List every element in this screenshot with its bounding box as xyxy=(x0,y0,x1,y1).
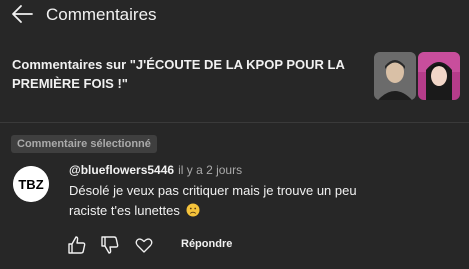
reply-button[interactable]: Répondre xyxy=(181,238,232,250)
like-button[interactable] xyxy=(66,234,88,256)
back-button[interactable] xyxy=(10,3,36,25)
page-title: Commentaires xyxy=(46,5,157,24)
comment-text: Désolé je veux pas critiquer mais je tro… xyxy=(69,183,357,218)
avatar[interactable]: TBZ xyxy=(13,166,49,202)
slightly-frowning-face-icon xyxy=(186,203,199,217)
video-thumbnail-left xyxy=(374,52,416,100)
video-context[interactable]: Commentaires sur "J'ÉCOUTE DE LA KPOP PO… xyxy=(0,44,469,108)
comment-header: @blueflowers5446 il y a 2 jours xyxy=(69,163,242,177)
comment-item: TBZ @blueflowers5446 il y a 2 jours Désol… xyxy=(0,158,469,268)
selected-comment-badge: Commentaire sélectionné xyxy=(11,135,157,153)
dislike-button[interactable] xyxy=(99,234,121,256)
comment-time[interactable]: il y a 2 jours xyxy=(178,163,242,177)
avatar-logo-icon: TBZ xyxy=(13,166,49,202)
video-thumbnail-right xyxy=(418,52,460,100)
arrow-left-icon xyxy=(12,5,33,23)
header-bar: Commentaires xyxy=(0,0,469,30)
svg-text:TBZ: TBZ xyxy=(18,177,43,192)
comment-body: Désolé je veux pas critiquer mais je tro… xyxy=(69,181,369,221)
thumbs-down-icon xyxy=(101,236,119,254)
section-divider xyxy=(0,122,469,123)
heart-button[interactable] xyxy=(133,234,155,256)
thumbs-up-icon xyxy=(68,236,86,254)
heart-icon xyxy=(135,238,153,253)
video-title: Commentaires sur "J'ÉCOUTE DE LA KPOP PO… xyxy=(12,57,345,91)
comment-author[interactable]: @blueflowers5446 xyxy=(69,163,174,177)
comment-actions: Répondre xyxy=(0,234,469,258)
